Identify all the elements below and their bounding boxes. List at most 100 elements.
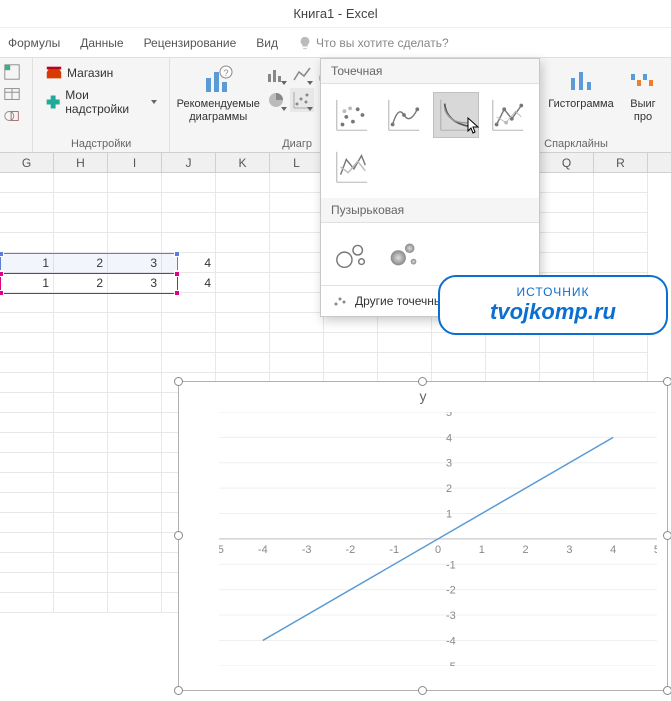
tab-data[interactable]: Данные xyxy=(80,36,123,50)
cell[interactable]: 3 xyxy=(108,253,162,273)
cell[interactable] xyxy=(0,193,54,213)
cell[interactable] xyxy=(54,413,108,433)
cell[interactable] xyxy=(270,313,324,333)
cell[interactable] xyxy=(594,233,648,253)
cell[interactable] xyxy=(54,453,108,473)
cell[interactable] xyxy=(0,433,54,453)
cell[interactable] xyxy=(432,333,486,353)
cell[interactable] xyxy=(162,293,216,313)
cell[interactable] xyxy=(162,193,216,213)
cell[interactable] xyxy=(108,193,162,213)
cell[interactable]: 2 xyxy=(54,273,108,293)
cell[interactable]: 1 xyxy=(0,253,54,273)
cell[interactable] xyxy=(216,333,270,353)
cell[interactable] xyxy=(108,293,162,313)
cell[interactable] xyxy=(270,293,324,313)
cell[interactable] xyxy=(270,253,324,273)
cell[interactable] xyxy=(0,473,54,493)
column-header[interactable]: R xyxy=(594,153,648,172)
cell[interactable] xyxy=(162,313,216,333)
tab-view[interactable]: Вид xyxy=(256,36,278,50)
cell[interactable] xyxy=(54,313,108,333)
scatter-straight-markers-option[interactable] xyxy=(485,92,531,138)
column-header[interactable]: K xyxy=(216,153,270,172)
cell[interactable] xyxy=(540,173,594,193)
cell[interactable] xyxy=(0,573,54,593)
cell[interactable] xyxy=(486,353,540,373)
tell-me-search[interactable]: Что вы хотите сделать? xyxy=(298,36,449,50)
cell[interactable] xyxy=(54,213,108,233)
cell[interactable] xyxy=(0,373,54,393)
cell[interactable] xyxy=(54,353,108,373)
cell[interactable] xyxy=(378,353,432,373)
cell[interactable] xyxy=(108,233,162,253)
column-header[interactable]: Q xyxy=(540,153,594,172)
cell[interactable] xyxy=(540,253,594,273)
cell[interactable] xyxy=(594,333,648,353)
chart-title[interactable]: y xyxy=(179,388,667,404)
line-chart-button[interactable] xyxy=(290,62,314,86)
column-header[interactable]: J xyxy=(162,153,216,172)
cell[interactable] xyxy=(0,453,54,473)
cell[interactable] xyxy=(108,573,162,593)
cell[interactable] xyxy=(0,233,54,253)
cell[interactable] xyxy=(108,413,162,433)
sparkline-column-button[interactable]: Гистограмма xyxy=(545,62,617,113)
scatter-smooth-lines-option[interactable] xyxy=(433,92,479,138)
cell[interactable] xyxy=(108,353,162,373)
pie-chart-button[interactable] xyxy=(264,88,288,112)
cell[interactable] xyxy=(432,353,486,373)
column-chart-button[interactable] xyxy=(264,62,288,86)
sparkline-winloss-button[interactable]: Выиг про xyxy=(623,62,663,125)
bubble-option[interactable] xyxy=(329,231,375,277)
cell[interactable] xyxy=(0,533,54,553)
cell[interactable] xyxy=(216,353,270,373)
cell[interactable] xyxy=(108,473,162,493)
cell[interactable] xyxy=(54,293,108,313)
cell[interactable] xyxy=(216,193,270,213)
cell[interactable] xyxy=(108,593,162,613)
cell[interactable] xyxy=(54,233,108,253)
cell[interactable] xyxy=(54,593,108,613)
cell[interactable] xyxy=(270,273,324,293)
column-header[interactable]: G xyxy=(0,153,54,172)
cell[interactable] xyxy=(216,233,270,253)
cell[interactable] xyxy=(270,233,324,253)
cell[interactable] xyxy=(162,233,216,253)
cell[interactable] xyxy=(0,313,54,333)
cell[interactable] xyxy=(54,573,108,593)
cell[interactable] xyxy=(0,513,54,533)
cell[interactable] xyxy=(0,213,54,233)
cell[interactable] xyxy=(216,253,270,273)
cell[interactable] xyxy=(216,313,270,333)
cell[interactable] xyxy=(0,553,54,573)
chart-plot-area[interactable]: -5-4-3-2-112345-5-4-3-2-1012345 xyxy=(219,412,657,666)
cell[interactable] xyxy=(324,353,378,373)
cell[interactable]: 2 xyxy=(54,253,108,273)
cell[interactable] xyxy=(216,293,270,313)
cell[interactable] xyxy=(54,373,108,393)
cell[interactable] xyxy=(54,333,108,353)
cell[interactable] xyxy=(108,533,162,553)
cell[interactable] xyxy=(378,333,432,353)
column-header[interactable]: I xyxy=(108,153,162,172)
cell[interactable] xyxy=(594,193,648,213)
cell[interactable] xyxy=(108,393,162,413)
cell[interactable] xyxy=(216,213,270,233)
cell[interactable] xyxy=(0,393,54,413)
illustrations-button[interactable] xyxy=(2,106,30,126)
cell[interactable] xyxy=(54,393,108,413)
cell[interactable] xyxy=(54,193,108,213)
scatter-straight-lines-option[interactable] xyxy=(329,144,375,190)
cell[interactable] xyxy=(108,493,162,513)
cell[interactable] xyxy=(54,533,108,553)
cell[interactable] xyxy=(0,293,54,313)
cell[interactable] xyxy=(540,213,594,233)
embedded-chart[interactable]: y -5-4-3-2-112345-5-4-3-2-1012345 xyxy=(178,381,668,691)
cell[interactable] xyxy=(0,493,54,513)
cell[interactable] xyxy=(54,493,108,513)
cell[interactable] xyxy=(162,213,216,233)
cell[interactable]: 4 xyxy=(162,273,216,293)
store-button[interactable]: Магазин xyxy=(41,62,161,84)
cell[interactable] xyxy=(324,333,378,353)
